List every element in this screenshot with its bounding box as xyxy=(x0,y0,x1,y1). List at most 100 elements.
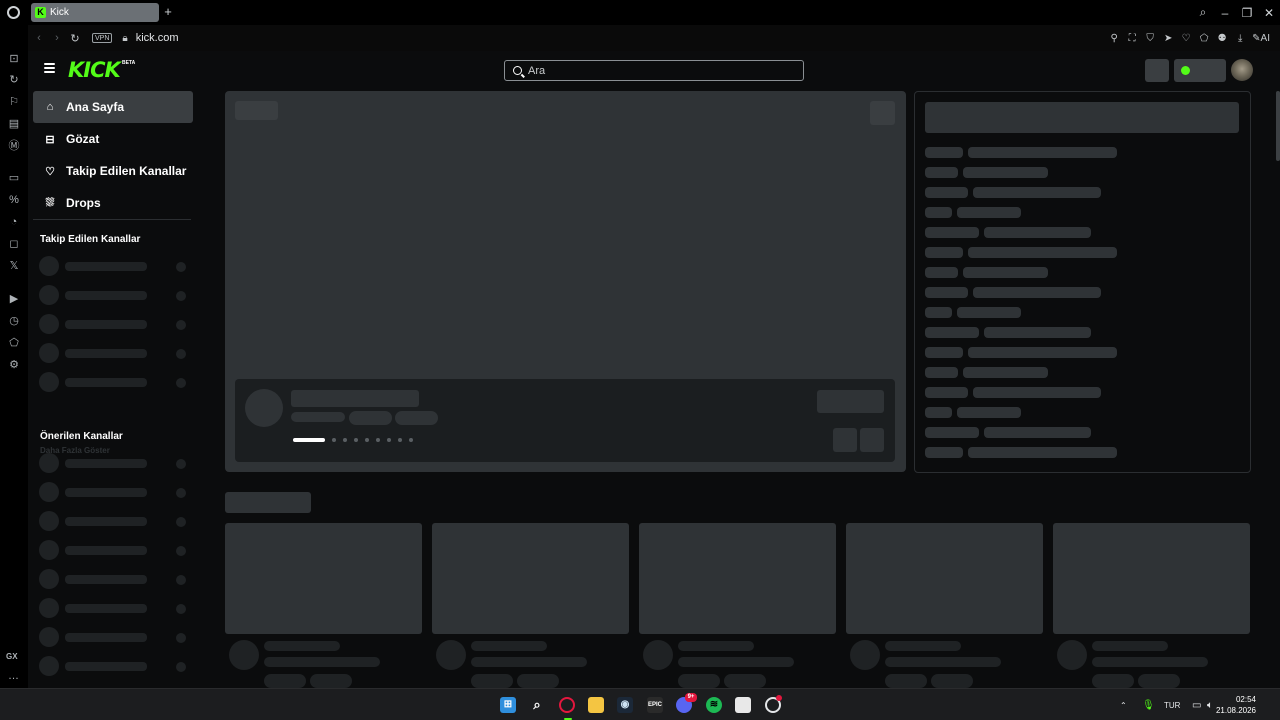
minimize-button[interactable]: – xyxy=(1214,6,1236,20)
carousel-dot[interactable] xyxy=(365,438,369,442)
gaming-icon[interactable]: ⊡ xyxy=(7,52,21,66)
watch-button-skeleton[interactable] xyxy=(817,390,884,413)
carousel-dot[interactable] xyxy=(387,438,391,442)
discount-icon[interactable]: % xyxy=(7,193,21,207)
stream-card-skeleton[interactable] xyxy=(846,523,1043,634)
channel-skeleton xyxy=(39,343,189,363)
search-tabs-icon[interactable]: ⌕ xyxy=(1192,5,1214,20)
url-field[interactable]: kick.com xyxy=(136,32,179,44)
gx-control-icon[interactable]: ⚐ xyxy=(7,95,21,109)
row-skeleton xyxy=(968,247,1117,258)
search-icon[interactable]: ⌕ xyxy=(529,697,545,713)
opera-gx-icon[interactable] xyxy=(559,697,575,713)
user-avatar[interactable] xyxy=(1231,59,1253,81)
carousel-dot[interactable] xyxy=(343,438,347,442)
extensions-icon[interactable]: ⬠ xyxy=(7,336,21,350)
aria-ai-button[interactable]: ✎AI xyxy=(1252,33,1270,44)
volume-icon[interactable]: 🔈︎ xyxy=(1207,689,1213,720)
microphone-icon[interactable]: 🎙︎ xyxy=(1142,689,1155,720)
windows-start-icon[interactable]: ⊞ xyxy=(500,697,516,713)
pin-icon[interactable]: ⚲ xyxy=(1108,33,1120,44)
card-tag-skeleton xyxy=(1092,674,1134,688)
stream-card-skeleton[interactable] xyxy=(1053,523,1250,634)
row-skeleton xyxy=(984,427,1091,438)
messenger-m-icon[interactable]: Ⓜ xyxy=(7,139,21,153)
page-scrollbar[interactable] xyxy=(1276,91,1280,161)
card-line-skeleton xyxy=(264,641,340,651)
card-tag-skeleton xyxy=(931,674,973,688)
snapshot-icon[interactable]: ⛶ xyxy=(1126,33,1138,44)
vpn-badge[interactable]: VPN xyxy=(92,33,113,43)
kick-favicon-icon: K xyxy=(35,7,46,18)
history-icon[interactable]: ◷ xyxy=(7,314,21,328)
browser-tab-kick[interactable]: K Kick xyxy=(31,3,159,22)
nav-home[interactable]: ⌂ Ana Sayfa xyxy=(33,91,193,123)
carousel-dot[interactable] xyxy=(354,438,358,442)
carousel-dot-active[interactable] xyxy=(293,438,325,442)
reload-icon[interactable]: ↻ xyxy=(68,32,82,45)
discord-badge: 9+ xyxy=(685,693,697,702)
carousel-dot[interactable] xyxy=(409,438,413,442)
carousel-dot[interactable] xyxy=(376,438,380,442)
extension-puzzle-icon[interactable]: ⬠ xyxy=(1198,33,1210,44)
carousel-dot[interactable] xyxy=(398,438,402,442)
row-skeleton xyxy=(925,267,958,278)
whatsapp-icon[interactable]: ◔ xyxy=(7,215,21,229)
carousel-dot[interactable] xyxy=(332,438,336,442)
stream-card-skeleton[interactable] xyxy=(432,523,629,634)
file-explorer-icon[interactable] xyxy=(588,697,604,713)
tray-overflow-icon[interactable]: ⌃ xyxy=(1120,689,1127,720)
card-avatar-skeleton xyxy=(436,640,466,670)
epic-games-icon[interactable]: EPIC xyxy=(647,697,663,713)
sidebar-more-icon[interactable]: … xyxy=(8,670,19,682)
profile-icon[interactable]: ⚉ xyxy=(1216,33,1228,44)
restore-button[interactable]: ❐ xyxy=(1236,6,1258,20)
language-indicator[interactable]: TUR xyxy=(1164,689,1180,720)
gx-corner-icon[interactable]: ↻ xyxy=(7,73,21,87)
channel-skeleton xyxy=(39,453,189,473)
settings-icon[interactable]: ⚙ xyxy=(7,358,21,372)
tab-title: Kick xyxy=(50,7,69,18)
steam-icon[interactable]: ◉ xyxy=(617,697,633,713)
x-twitter-icon[interactable]: 𝕏 xyxy=(7,259,21,273)
forward-icon[interactable]: › xyxy=(50,32,64,44)
spotify-icon[interactable]: ≋ xyxy=(706,697,722,713)
kick-page: KICK BETA ⌂ Ana Sayfa ⊟ Gözat ♡ Takip Ed… xyxy=(28,51,1280,688)
stream-card-skeleton[interactable] xyxy=(639,523,836,634)
system-clock[interactable]: 02:54 21.08.2026 xyxy=(1216,694,1256,716)
opera-gx-menu-icon[interactable] xyxy=(0,0,26,25)
expand-button-skeleton[interactable] xyxy=(870,101,895,125)
channel-skeleton xyxy=(39,482,189,502)
app-icon[interactable] xyxy=(735,697,751,713)
nav-drops[interactable]: ⛆ Drops xyxy=(33,187,193,219)
menu-toggle-icon[interactable] xyxy=(44,63,55,73)
network-icon[interactable]: ▭ xyxy=(1192,689,1201,720)
featured-stream-skeleton[interactable] xyxy=(225,91,906,472)
kick-logo[interactable]: KICK xyxy=(68,58,121,82)
header-status-button[interactable] xyxy=(1174,59,1226,82)
instagram-icon[interactable]: ◻ xyxy=(7,237,21,251)
nav-browse[interactable]: ⊟ Gözat xyxy=(33,123,193,155)
row-skeleton xyxy=(925,207,952,218)
next-button-skeleton[interactable] xyxy=(860,428,884,452)
heart-icon[interactable]: ♡ xyxy=(1180,33,1192,44)
close-button[interactable]: ✕ xyxy=(1258,6,1280,20)
download-icon[interactable]: ⤓ xyxy=(1234,33,1246,44)
prev-button-skeleton[interactable] xyxy=(833,428,857,452)
card-avatar-skeleton xyxy=(229,640,259,670)
stream-card-skeleton[interactable] xyxy=(225,523,422,634)
twitch-icon[interactable]: ▭ xyxy=(7,171,21,185)
search-input[interactable] xyxy=(528,64,788,77)
header-button-placeholder[interactable] xyxy=(1145,59,1169,82)
search-box[interactable] xyxy=(504,60,804,81)
player-icon[interactable]: ▶ xyxy=(7,292,21,306)
lock-icon[interactable]: 🔒︎ xyxy=(122,33,127,44)
sidebar-divider xyxy=(33,219,191,220)
new-tab-button[interactable]: + xyxy=(162,5,174,19)
shield-icon[interactable]: ⛉ xyxy=(1144,33,1156,44)
row-skeleton xyxy=(968,347,1117,358)
send-icon[interactable]: ➤ xyxy=(1162,33,1174,44)
nav-following[interactable]: ♡ Takip Edilen Kanallar xyxy=(33,155,193,187)
gx-cleaner-icon[interactable]: ▤ xyxy=(7,117,21,131)
back-icon[interactable]: ‹ xyxy=(32,32,46,44)
